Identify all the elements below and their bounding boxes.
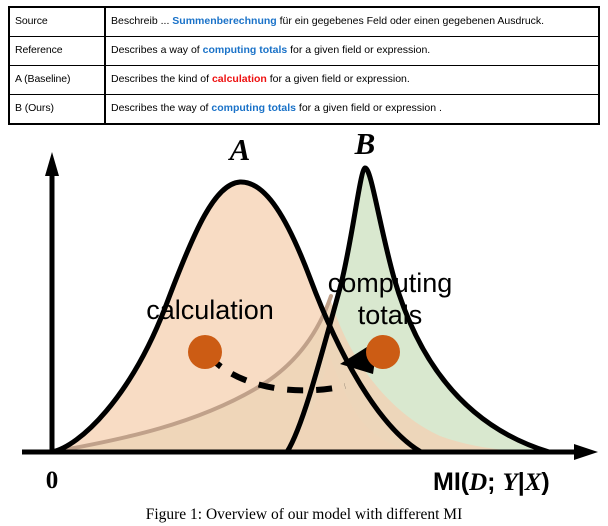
text-segment: Describes a way of xyxy=(111,44,203,57)
x-axis-arrowhead xyxy=(574,444,598,460)
examples-table: Source Beschreib ... Summenberechnung fü… xyxy=(8,6,600,125)
x-axis-label: MI(D; Y|X) xyxy=(433,468,550,496)
highlight-term: computing totals xyxy=(211,102,296,115)
row-text: Describes a way of computing totals for … xyxy=(104,36,600,66)
row-label: B (Ours) xyxy=(8,94,106,125)
table-body: Source Beschreib ... Summenberechnung fü… xyxy=(8,6,600,125)
table-row: Source Beschreib ... Summenberechnung fü… xyxy=(8,6,600,37)
highlight-term: computing totals xyxy=(202,44,288,57)
peak-label-b: B xyxy=(354,128,376,161)
y-axis-arrowhead xyxy=(45,152,59,176)
source-point-marker xyxy=(188,335,222,369)
region-label-b-line2: totals xyxy=(358,300,423,330)
row-label: Reference xyxy=(8,36,106,66)
table-row: A (Baseline) Describes the kind of calcu… xyxy=(8,65,600,95)
row-text: Describes the kind of calculation for a … xyxy=(104,65,600,95)
text-segment: for a given field or expression . xyxy=(295,102,442,115)
origin-label: 0 xyxy=(46,467,59,494)
text-segment: for a given field or expression. xyxy=(266,73,410,86)
row-text: Describes the way of computing totals fo… xyxy=(104,94,600,125)
distribution-chart: A B calculation computing totals 0 MI(D;… xyxy=(0,128,608,526)
region-label-a: calculation xyxy=(146,295,274,325)
text-segment: Describes the way of xyxy=(111,102,212,115)
text-segment: Beschreib ... xyxy=(111,15,173,28)
row-label: Source xyxy=(8,6,106,37)
highlight-term: calculation xyxy=(211,73,267,86)
table-row: Reference Describes a way of computing t… xyxy=(8,36,600,66)
row-label: A (Baseline) xyxy=(8,65,106,95)
text-segment: Describes the kind of xyxy=(111,73,212,86)
target-point-marker xyxy=(366,335,400,369)
text-segment: für ein gegebenes Feld oder einen gegebe… xyxy=(276,15,545,28)
figure-page: Source Beschreib ... Summenberechnung fü… xyxy=(0,0,608,526)
region-label-b-line1: computing xyxy=(328,268,453,298)
highlight-term: Summenberechnung xyxy=(172,15,277,28)
peak-label-a: A xyxy=(228,132,251,167)
text-segment: for a given field or expression. xyxy=(287,44,431,57)
figure-caption: Figure 1: Overview of our model with dif… xyxy=(145,506,463,523)
row-text: Beschreib ... Summenberechnung für ein g… xyxy=(104,6,600,37)
table-row: B (Ours) Describes the way of computing … xyxy=(8,94,600,125)
